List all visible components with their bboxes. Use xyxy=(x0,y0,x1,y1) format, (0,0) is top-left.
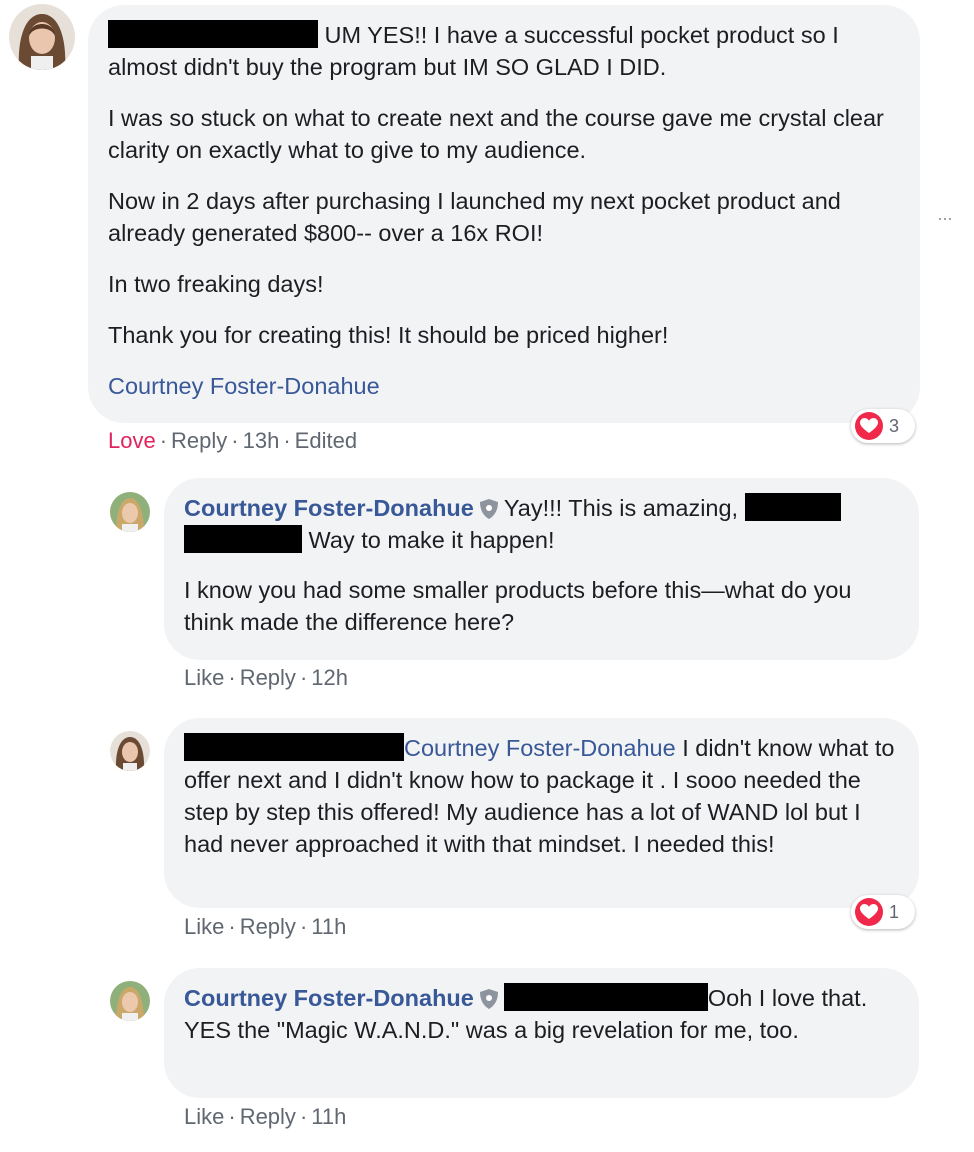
reply-bubble: Courtney Foster-Donahue I didn't know wh… xyxy=(164,718,919,908)
reaction-count-value: 1 xyxy=(889,901,900,922)
redacted-name xyxy=(503,983,708,1011)
author-name[interactable]: Courtney Foster-Donahue xyxy=(184,985,474,1011)
comment-text: UM YES!! I have a successful pocket prod… xyxy=(108,19,900,402)
comment-paragraph: Now in 2 days after purchasing I launche… xyxy=(108,188,841,246)
redacted-name xyxy=(184,525,302,553)
redacted-name xyxy=(184,733,404,761)
avatar[interactable] xyxy=(110,981,150,1021)
woman-avatar-icon xyxy=(110,731,150,771)
avatar[interactable] xyxy=(9,4,75,70)
timestamp[interactable]: 11h xyxy=(311,1104,346,1129)
admin-shield-icon xyxy=(479,499,498,519)
woman-avatar-icon xyxy=(9,4,75,70)
reply-bubble: Courtney Foster-Donahue Yay!!! This is am… xyxy=(164,478,919,660)
reaction-count-value: 3 xyxy=(889,415,900,436)
avatar[interactable] xyxy=(110,731,150,771)
reply-text: Courtney Foster-Donahue Ooh I love that. … xyxy=(184,982,899,1046)
love-button[interactable]: Love xyxy=(108,428,156,453)
edited-label[interactable]: Edited xyxy=(295,428,357,453)
reply-button[interactable]: Reply xyxy=(240,665,296,690)
like-button[interactable]: Like xyxy=(184,1104,224,1129)
reply-bubble: Courtney Foster-Donahue Ooh I love that. … xyxy=(164,968,919,1098)
reply-body-start: Ooh I love xyxy=(707,985,815,1011)
comment-bubble: UM YES!! I have a successful pocket prod… xyxy=(88,5,920,423)
more-options-icon[interactable]: ··· xyxy=(937,208,953,229)
reply-line-1: Yay!!! This is amazing, xyxy=(503,495,739,521)
author-name[interactable]: Courtney Foster-Donahue xyxy=(184,495,474,521)
reply-actions: Like · Reply · 12h xyxy=(184,665,348,690)
like-button[interactable]: Like xyxy=(184,914,224,939)
reply-actions: Like · Reply · 11h xyxy=(184,1104,347,1129)
admin-shield-icon xyxy=(479,989,498,1009)
reply-paragraph: I know you had some smaller products bef… xyxy=(184,577,852,635)
timestamp[interactable]: 11h xyxy=(311,914,346,939)
reply-button[interactable]: Reply xyxy=(171,428,227,453)
redacted-name xyxy=(744,493,841,521)
love-reaction-icon xyxy=(855,412,883,440)
like-button[interactable]: Like xyxy=(184,665,224,690)
woman-avatar-icon xyxy=(110,981,150,1021)
reply-line-2: Way to make it happen! xyxy=(308,527,555,553)
reaction-count[interactable]: 3 xyxy=(851,409,915,443)
redacted-name xyxy=(108,20,318,48)
comment-paragraph: In two freaking days! xyxy=(108,271,324,297)
woman-avatar-icon xyxy=(110,492,150,532)
timestamp[interactable]: 12h xyxy=(311,665,348,690)
reply-button[interactable]: Reply xyxy=(240,914,296,939)
reaction-count[interactable]: 1 xyxy=(851,895,915,929)
timestamp[interactable]: 13h xyxy=(243,428,280,453)
mention-link[interactable]: Courtney Foster-Donahue xyxy=(404,735,676,761)
reply-text: Courtney Foster-Donahue Yay!!! This is am… xyxy=(184,492,899,638)
reply-button[interactable]: Reply xyxy=(240,1104,296,1129)
comment-paragraph: Thank you for creating this! It should b… xyxy=(108,322,669,348)
avatar[interactable] xyxy=(110,492,150,532)
comment-actions: Love · Reply · 13h · Edited xyxy=(108,428,358,453)
reply-actions: Like · Reply · 11h xyxy=(184,914,347,939)
comment-paragraph: I was so stuck on what to create next an… xyxy=(108,105,884,163)
mention-link[interactable]: Courtney Foster-Donahue xyxy=(108,373,380,399)
reply-text: Courtney Foster-Donahue I didn't know wh… xyxy=(184,732,899,860)
love-reaction-icon xyxy=(855,898,883,926)
